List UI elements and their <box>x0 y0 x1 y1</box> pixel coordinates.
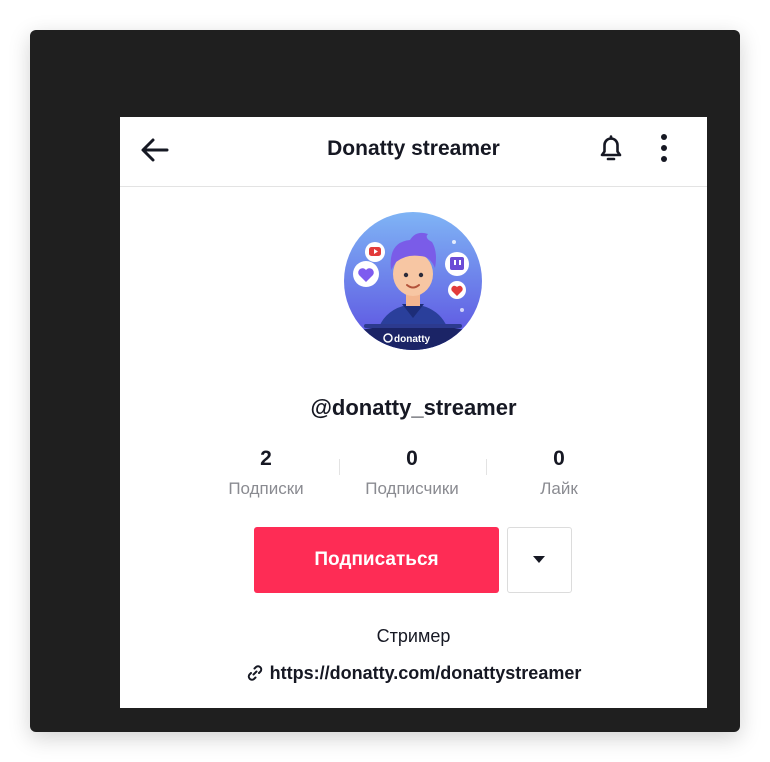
top-bar: Donatty streamer <box>120 117 707 187</box>
stat-likes-label: Лайк <box>540 479 578 498</box>
bell-icon <box>600 135 622 161</box>
more-vertical-icon <box>661 134 667 162</box>
stat-divider <box>486 459 487 475</box>
stat-following[interactable]: 2 Подписки <box>206 447 326 499</box>
avatar-brand-text: donatty <box>394 334 431 345</box>
device-frame: Donatty streamer donatty @donatty_stream… <box>30 30 740 732</box>
avatar-illustration: donatty <box>344 212 482 350</box>
stat-following-label: Подписки <box>228 479 304 498</box>
follow-button[interactable]: Подписаться <box>254 527 499 593</box>
stat-followers-label: Подписчики <box>365 479 459 498</box>
profile-screen: Donatty streamer donatty @donatty_stream… <box>120 117 707 708</box>
avatar: donatty <box>344 212 482 350</box>
profile-link-row: https://donatty.com/donattystreamer <box>120 663 707 687</box>
stat-divider <box>339 459 340 475</box>
stat-likes[interactable]: 0 Лайк <box>499 447 619 499</box>
profile-bio: Стример <box>376 626 451 646</box>
profile-link[interactable]: https://donatty.com/donattystreamer <box>270 663 582 683</box>
username-handle: @donatty_streamer <box>310 395 517 420</box>
stat-likes-value: 0 <box>553 447 565 470</box>
notifications-button[interactable] <box>594 131 628 165</box>
link-icon <box>246 664 264 687</box>
stat-following-value: 2 <box>260 447 272 470</box>
suggestions-dropdown-button[interactable] <box>507 527 572 593</box>
caret-down-icon <box>533 556 545 563</box>
more-options-button[interactable] <box>653 131 675 165</box>
stat-followers-value: 0 <box>406 447 418 470</box>
stat-followers[interactable]: 0 Подписчики <box>352 447 472 499</box>
